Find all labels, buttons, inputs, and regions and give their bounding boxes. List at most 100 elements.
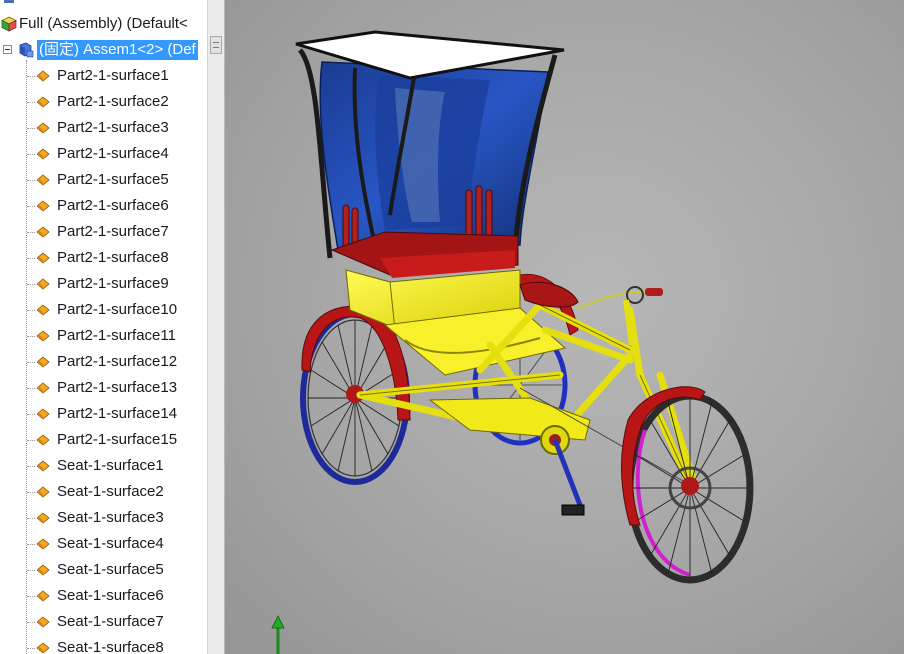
tree-connector — [27, 232, 35, 233]
surface-body-icon — [36, 434, 50, 446]
tree-connector — [27, 466, 35, 467]
tree-item[interactable]: Part2-1-surface9 — [0, 272, 207, 296]
tree-connector — [27, 180, 35, 181]
tree-item[interactable]: Seat-1-surface1 — [0, 454, 207, 478]
scrollbar-thumb[interactable] — [210, 36, 222, 54]
surface-body-icon — [36, 148, 50, 160]
surface-body-icon — [36, 122, 50, 134]
tree-item-label: Seat-1-surface3 — [57, 509, 164, 526]
surface-body-icon — [36, 356, 50, 368]
tree-item[interactable]: Part2-1-surface6 — [0, 194, 207, 218]
surface-body-icon — [36, 382, 50, 394]
tree-item-label: Part2-1-surface1 — [57, 67, 169, 84]
tree-item[interactable]: Part2-1-surface15 — [0, 428, 207, 452]
tree-item[interactable]: Part2-1-surface14 — [0, 402, 207, 426]
tree-item-label: Part2-1-surface14 — [57, 405, 178, 422]
tree-item[interactable]: Part2-1-surface5 — [0, 168, 207, 192]
surface-body-icon — [36, 200, 50, 212]
subassembly-icon — [19, 42, 34, 58]
tree-item[interactable]: Part2-1-surface13 — [0, 376, 207, 400]
root-assembly-label: Full (Assembly) (Default< — [19, 15, 188, 32]
surface-body-icon — [36, 252, 50, 264]
tree-item[interactable]: Seat-1-surface7 — [0, 610, 207, 634]
tree-connector — [27, 76, 35, 77]
tree-item[interactable]: Seat-1-surface4 — [0, 532, 207, 556]
tree-connector — [27, 362, 35, 363]
tree-connector — [27, 440, 35, 441]
tree-connector — [27, 284, 35, 285]
tree-item[interactable]: Part2-1-surface11 — [0, 324, 207, 348]
tree-item[interactable]: Part2-1-surface3 — [0, 116, 207, 140]
tree-item[interactable]: Seat-1-surface2 — [0, 480, 207, 504]
tree-item-label: Seat-1-surface8 — [57, 639, 164, 654]
surface-body-icon — [36, 304, 50, 316]
surface-body-icon — [36, 642, 50, 654]
tree-item-label: Seat-1-surface4 — [57, 535, 164, 552]
tree-item-label: Part2-1-surface2 — [57, 93, 169, 110]
tree-item-label: Part2-1-surface11 — [57, 327, 176, 344]
surface-body-icon — [36, 460, 50, 472]
tree-item-label: Part2-1-surface12 — [57, 353, 178, 370]
tree-item[interactable]: Seat-1-surface5 — [0, 558, 207, 582]
tree-item[interactable]: Seat-1-surface3 — [0, 506, 207, 530]
tree-connector — [27, 388, 35, 389]
axis-triad-y-icon — [271, 615, 285, 654]
tree-item-label: Seat-1-surface7 — [57, 613, 164, 630]
tree-item[interactable]: Part2-1-surface7 — [0, 220, 207, 244]
tree-item[interactable]: Seat-1-surface8 — [0, 636, 207, 654]
feature-manager-tree: Full (Assembly) (Default< (固定) Assem1<2>… — [0, 0, 225, 654]
tree-item-label: Seat-1-surface5 — [57, 561, 164, 578]
surface-body-icon — [36, 96, 50, 108]
tree-item-label: Part2-1-surface6 — [57, 197, 169, 214]
tree-item-label: Part2-1-surface15 — [57, 431, 178, 448]
tree-item[interactable]: Part2-1-surface12 — [0, 350, 207, 374]
tree-item-label: Part2-1-surface4 — [57, 145, 169, 162]
tree-item-label: Part2-1-surface3 — [57, 119, 169, 136]
tree-item-label: Part2-1-surface13 — [57, 379, 178, 396]
graphics-viewport[interactable] — [225, 0, 904, 654]
tree-item[interactable]: Part2-1-surface10 — [0, 298, 207, 322]
tree-connector — [27, 596, 35, 597]
tree-connector — [27, 622, 35, 623]
tree-item-label: Seat-1-surface2 — [57, 483, 164, 500]
assembly-icon — [1, 16, 17, 32]
surface-body-icon — [36, 226, 50, 238]
tree-subassembly[interactable]: (固定) Assem1<2> (Def — [0, 38, 207, 62]
tree-top-icon — [4, 0, 14, 3]
tree-connector — [27, 258, 35, 259]
tree-item[interactable]: Part2-1-surface1 — [0, 64, 207, 88]
tree-connector — [27, 544, 35, 545]
surface-body-icon — [36, 174, 50, 186]
surface-body-icon — [36, 330, 50, 342]
collapse-toggle[interactable] — [3, 45, 12, 54]
tree-connector — [27, 206, 35, 207]
tree-item[interactable]: Part2-1-surface2 — [0, 90, 207, 114]
tree-connector — [27, 492, 35, 493]
tree-item-label: Seat-1-surface6 — [57, 587, 164, 604]
subassembly-label: (固定) Assem1<2> (Def — [37, 40, 198, 60]
surface-body-icon — [36, 538, 50, 550]
surface-body-icon — [36, 512, 50, 524]
handlebar — [577, 286, 663, 346]
tree-item[interactable]: Part2-1-surface8 — [0, 246, 207, 270]
tree-connector — [27, 336, 35, 337]
tree-connector — [27, 102, 35, 103]
front-wheel — [626, 392, 754, 584]
saddle — [519, 281, 579, 308]
tree-scrollbar[interactable] — [207, 0, 224, 654]
surface-body-icon — [36, 616, 50, 628]
tree-item[interactable]: Part2-1-surface4 — [0, 142, 207, 166]
tree-item[interactable]: Seat-1-surface6 — [0, 584, 207, 608]
surface-body-icon — [36, 590, 50, 602]
surface-body-icon — [36, 408, 50, 420]
rickshaw-3d-model[interactable] — [225, 0, 904, 654]
tree-connector — [27, 154, 35, 155]
tree-item-label: Seat-1-surface1 — [57, 457, 164, 474]
tree-connector — [27, 648, 35, 649]
tree-item-label: Part2-1-surface9 — [57, 275, 169, 292]
tree-root-assembly[interactable]: Full (Assembly) (Default< — [0, 12, 207, 36]
surface-body-icon — [36, 486, 50, 498]
tree-item-label: Part2-1-surface7 — [57, 223, 169, 240]
tree-item-label: Part2-1-surface5 — [57, 171, 169, 188]
surface-body-icon — [36, 70, 50, 82]
